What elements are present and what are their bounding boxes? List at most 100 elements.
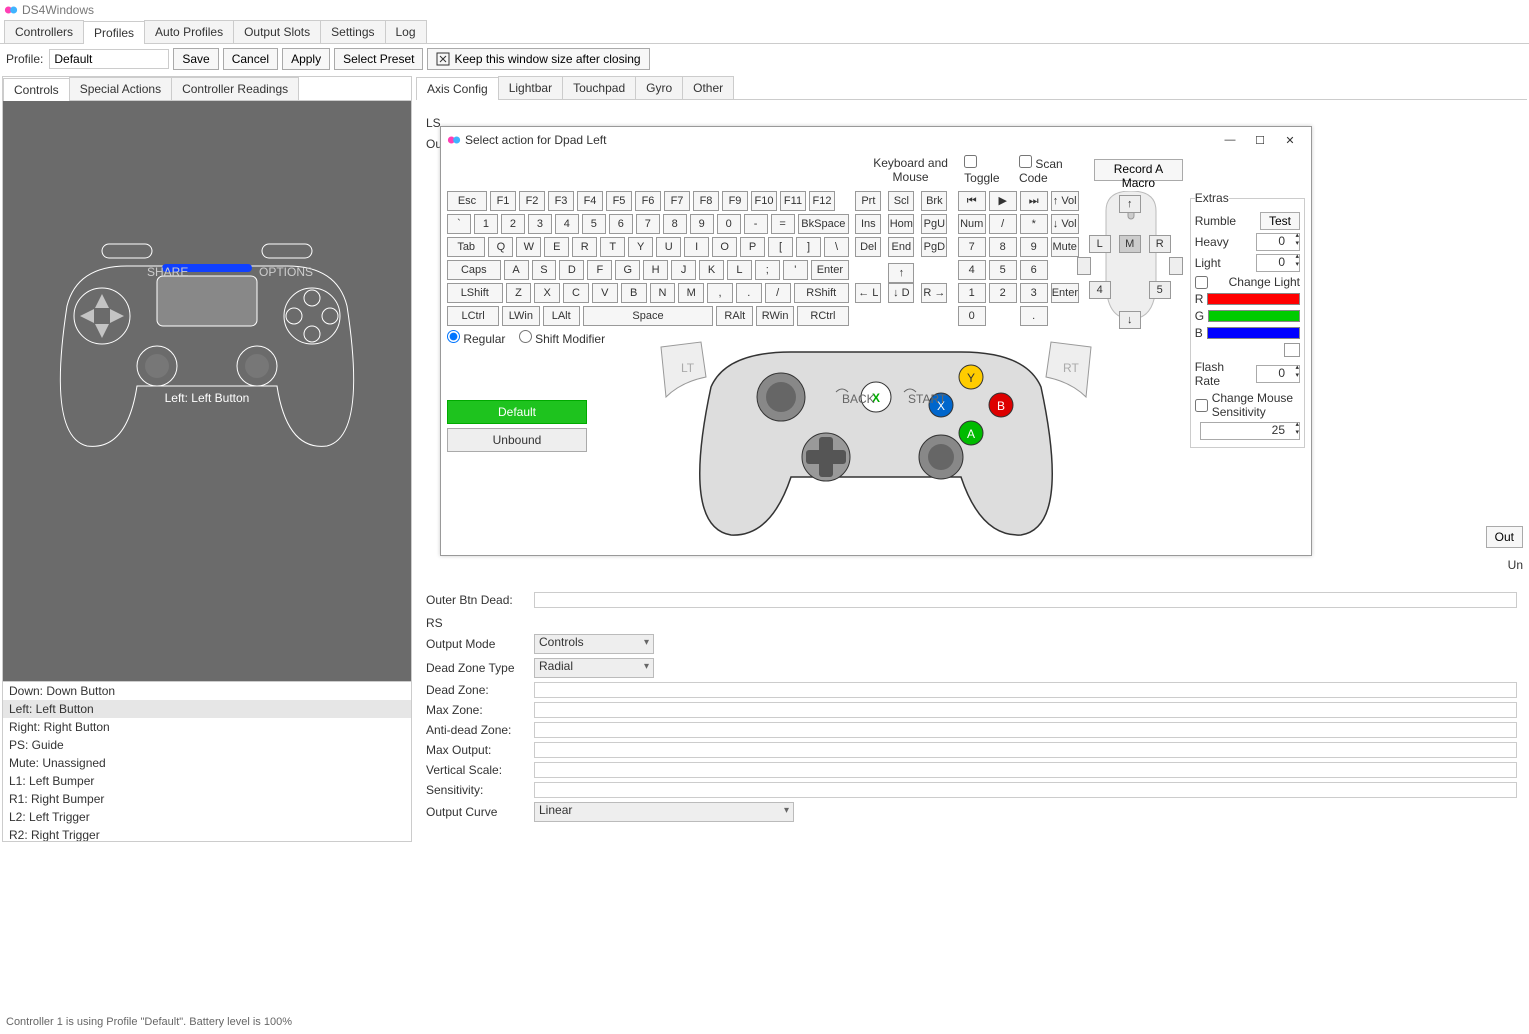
key-f4[interactable]: F4 [577,191,603,211]
deadzone-type-select[interactable]: Radial [534,658,654,678]
numpad-key[interactable]: 5 [989,260,1017,280]
key-r[interactable]: R → [921,283,947,303]
key-caps[interactable]: Caps [447,260,501,280]
key-8[interactable]: 8 [663,214,687,234]
key-rshift[interactable]: RShift [794,283,850,303]
key-rwin[interactable]: RWin [756,306,793,326]
key-lalt[interactable]: LAlt [543,306,580,326]
antidead-slider[interactable] [534,722,1517,738]
key-rctrl[interactable]: RCtrl [797,306,849,326]
key-f[interactable]: F [587,260,612,280]
key-f12[interactable]: F12 [809,191,835,211]
flash-input[interactable]: 0 [1256,365,1300,383]
key-j[interactable]: J [671,260,696,280]
numpad-key[interactable]: * [1020,214,1048,234]
profile-name-input[interactable] [49,49,169,69]
key-f6[interactable]: F6 [635,191,661,211]
numpad-key[interactable]: ↑ Vol [1051,191,1079,211]
numpad-key[interactable]: 7 [958,237,986,257]
numpad-key[interactable]: Mute [1051,237,1079,257]
out-button-right[interactable]: Out [1486,526,1523,548]
default-button[interactable]: Default [447,400,587,424]
key-3[interactable]: 3 [528,214,552,234]
key-4[interactable]: 4 [555,214,579,234]
numpad-key[interactable]: 4 [958,260,986,280]
key-prt[interactable]: Prt [855,191,881,211]
key-f3[interactable]: F3 [548,191,574,211]
numpad-key[interactable]: Num [958,214,986,234]
numpad-key[interactable]: ⏭ [1020,191,1048,211]
key-[interactable]: = [771,214,795,234]
key-[interactable]: , [707,283,733,303]
controller-view[interactable]: SHARE OPTIONS Left: Left Button [3,101,411,681]
numpad-key[interactable]: 9 [1020,237,1048,257]
key-1[interactable]: 1 [474,214,498,234]
mouse-right-side[interactable] [1169,257,1183,275]
outer-btn-dead-slider[interactable] [534,592,1517,608]
key-tab[interactable]: Tab [447,237,485,257]
key-f8[interactable]: F8 [693,191,719,211]
numpad-key[interactable]: 6 [1020,260,1048,280]
tab-settings[interactable]: Settings [320,20,385,43]
b-slider[interactable] [1207,327,1300,339]
mouse-right-button[interactable]: R [1149,235,1171,253]
key-u[interactable]: U [656,237,681,257]
key-a[interactable]: A [504,260,529,280]
numpad-key[interactable]: ⏮ [958,191,986,211]
numpad-key[interactable]: 8 [989,237,1017,257]
tab-axis-config[interactable]: Axis Config [416,77,499,100]
key-7[interactable]: 7 [636,214,660,234]
key-9[interactable]: 9 [690,214,714,234]
mouse-left-button[interactable]: L [1089,235,1111,253]
tab-lightbar[interactable]: Lightbar [498,76,563,99]
key-del[interactable]: Del [855,237,881,257]
list-item[interactable]: Right: Right Button [3,718,411,736]
key-r[interactable]: R [572,237,597,257]
tab-special-actions[interactable]: Special Actions [69,77,172,100]
tab-log[interactable]: Log [385,20,427,43]
mouse-5-button[interactable]: 5 [1149,281,1171,299]
sens-input[interactable]: 25 [1200,422,1300,440]
select-preset-button[interactable]: Select Preset [334,48,423,70]
key-i[interactable]: I [684,237,709,257]
list-item[interactable]: R2: Right Trigger [3,826,411,841]
change-light-checkbox[interactable]: Change Light [1195,275,1300,289]
shift-modifier-radio[interactable]: Shift Modifier [519,332,605,346]
key-f1[interactable]: F1 [490,191,516,211]
numpad-key[interactable]: ↓ Vol [1051,214,1079,234]
key-up[interactable]: ↑ [888,263,914,283]
key-f11[interactable]: F11 [780,191,806,211]
cancel-button[interactable]: Cancel [223,48,278,70]
numpad-key[interactable]: 3 [1020,283,1048,303]
list-item[interactable]: Left: Left Button [3,700,411,718]
key-[interactable]: ; [755,260,780,280]
key-f5[interactable]: F5 [606,191,632,211]
key-b[interactable]: B [621,283,647,303]
tab-auto-profiles[interactable]: Auto Profiles [144,20,234,43]
key-hom[interactable]: Hom [888,214,914,234]
tab-gyro[interactable]: Gyro [635,76,683,99]
key-d[interactable]: ↓ D [888,283,914,303]
key-h[interactable]: H [643,260,668,280]
key-[interactable]: / [765,283,791,303]
unbound-button[interactable]: Unbound [447,428,587,452]
key-space[interactable]: Space [583,306,713,326]
key-v[interactable]: V [592,283,618,303]
key-f2[interactable]: F2 [519,191,545,211]
key-f7[interactable]: F7 [664,191,690,211]
key-2[interactable]: 2 [501,214,525,234]
save-button[interactable]: Save [173,48,218,70]
key-f9[interactable]: F9 [722,191,748,211]
test-button[interactable]: Test [1260,212,1300,230]
key-p[interactable]: P [740,237,765,257]
key-lctrl[interactable]: LCtrl [447,306,499,326]
key-pgu[interactable]: PgU [921,214,947,234]
key-y[interactable]: Y [628,237,653,257]
mapping-list[interactable]: Down: Down Button Left: Left Button Righ… [3,681,411,841]
key-s[interactable]: S [532,260,557,280]
key-ralt[interactable]: RAlt [716,306,753,326]
key-[interactable]: \ [824,237,849,257]
tab-profiles[interactable]: Profiles [83,21,145,44]
key-[interactable]: ' [783,260,808,280]
color-swatch[interactable] [1284,343,1300,357]
